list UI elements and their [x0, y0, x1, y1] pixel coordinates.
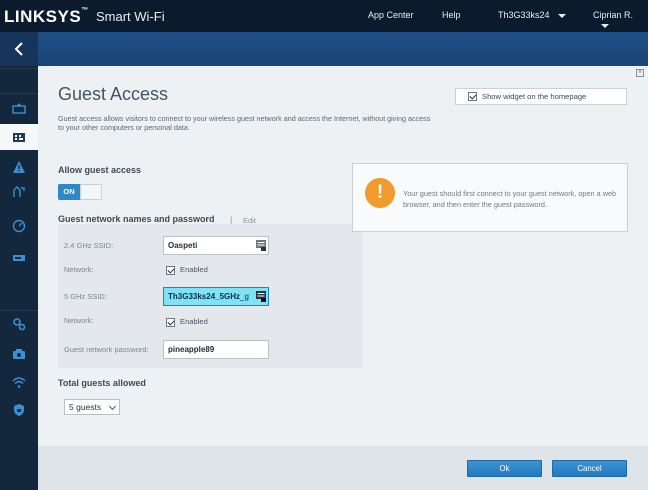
guest-notice: ! Your guest should first connect to you…	[352, 163, 628, 232]
header-bar	[0, 32, 648, 66]
show-widget-checkbox[interactable]: Show widget on the homepage	[455, 88, 627, 105]
chevron-down-icon	[601, 23, 609, 28]
page-title: Guest Access	[58, 84, 169, 104]
shield-icon	[14, 404, 24, 416]
warning-icon	[13, 161, 25, 173]
ssid-24-label: 2.4 GHz SSID:	[64, 241, 114, 250]
sidebar-item-network-map[interactable]	[0, 96, 38, 122]
page-description: Guest access allows visitors to connect …	[58, 114, 431, 132]
chevron-down-icon	[557, 13, 566, 18]
sidebar-divider	[0, 68, 38, 69]
network-24-enabled-checkbox[interactable]: Enabled	[166, 265, 208, 275]
keyboard-icon[interactable]	[256, 240, 266, 251]
guest-networks-heading: Guest network names and password	[58, 214, 215, 224]
app-center-link[interactable]: App Center	[368, 10, 414, 20]
speedometer-icon	[12, 219, 26, 233]
sidebar-item-guest-access[interactable]	[0, 124, 38, 150]
sidebar-item-warnings[interactable]	[0, 154, 38, 180]
guest-access-panel: × Guest Access Guest access allows visit…	[38, 66, 648, 490]
sidebar-item-security[interactable]	[0, 397, 38, 423]
allow-guest-access-heading: Allow guest access	[58, 165, 142, 175]
checkbox-checked-icon[interactable]	[468, 92, 477, 101]
sidebar-divider	[0, 93, 38, 94]
linksys-app: LINKSYS™ Smart Wi-Fi App Center Help Th3…	[0, 0, 648, 490]
gears-icon	[13, 318, 26, 331]
ok-button[interactable]: Ok	[467, 460, 542, 477]
checkbox-checked-icon[interactable]	[166, 265, 175, 275]
guest-access-toggle[interactable]: ON	[58, 184, 102, 200]
back-button[interactable]	[0, 32, 38, 66]
network-5-label: Network:	[64, 316, 94, 325]
prioritization-icon	[13, 186, 25, 197]
storage-icon	[13, 255, 25, 261]
guest-access-icon	[13, 133, 25, 142]
network-5-enabled-checkbox[interactable]: Enabled	[166, 317, 208, 327]
notice-text: Your guest should first connect to your …	[403, 189, 617, 209]
total-guests-heading: Total guests allowed	[58, 378, 146, 388]
sidebar	[0, 66, 38, 490]
chevron-left-icon	[14, 42, 23, 56]
product-name: Smart Wi-Fi	[96, 9, 165, 24]
close-icon[interactable]: ×	[636, 69, 644, 77]
chevron-down-icon	[108, 402, 117, 411]
sidebar-item-connectivity[interactable]	[0, 311, 38, 337]
password-label: Guest network password:	[64, 345, 149, 354]
toggle-knob	[81, 185, 101, 199]
network-menu[interactable]: Th3G33ks24	[498, 10, 566, 20]
ssid-24-input[interactable]: Oaspeti	[163, 236, 269, 255]
show-widget-label: Show widget on the homepage	[482, 92, 587, 101]
top-bar: LINKSYS™ Smart Wi-Fi App Center Help Th3…	[0, 0, 648, 32]
total-guests-select[interactable]: 5 guests	[64, 399, 120, 415]
cancel-button[interactable]: Cancel	[552, 460, 627, 477]
keyboard-icon[interactable]	[256, 291, 266, 302]
ssid-5-input[interactable]: Th3G33ks24_5GHz_g	[163, 287, 269, 306]
wifi-icon	[12, 377, 26, 388]
checkbox-checked-icon[interactable]	[166, 317, 175, 327]
sidebar-item-speed-test[interactable]	[0, 213, 38, 239]
sidebar-item-troubleshooting[interactable]	[0, 341, 38, 367]
sidebar-item-wireless[interactable]	[0, 369, 38, 395]
devices-icon	[12, 103, 26, 114]
footer-bar: Ok Cancel	[38, 446, 648, 490]
toggle-on-label: ON	[58, 184, 80, 200]
sidebar-item-prioritization[interactable]	[0, 179, 38, 205]
exclamation-icon: !	[365, 178, 395, 208]
sidebar-item-usb-storage[interactable]	[0, 245, 38, 271]
help-link[interactable]: Help	[442, 10, 461, 20]
password-input[interactable]: pineapple89	[163, 340, 269, 359]
user-menu[interactable]: Ciprian R.	[593, 10, 648, 30]
linksys-logo[interactable]: LINKSYS™	[4, 7, 89, 27]
network-24-label: Network:	[64, 265, 94, 274]
guest-networks-box: 2.4 GHz SSID: Oaspeti Network: Enabled 5…	[58, 224, 362, 368]
ssid-5-label: 5 GHz SSID:	[64, 292, 107, 301]
camera-icon	[13, 349, 25, 359]
